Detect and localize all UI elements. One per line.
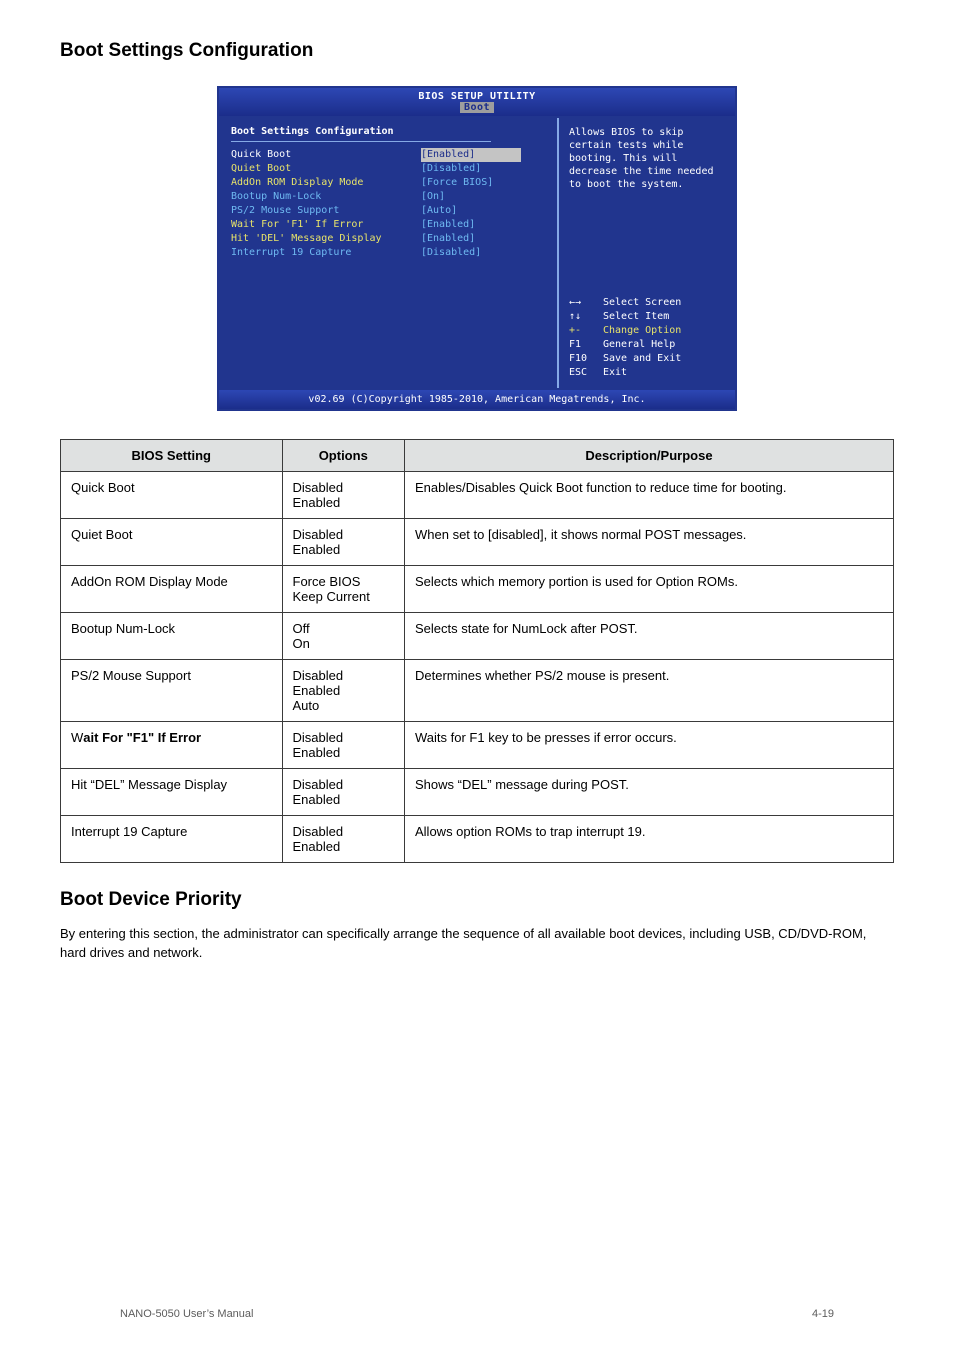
table-cell-options: DisabledEnabled xyxy=(282,519,405,566)
bios-keyhint-key: ↑↓ xyxy=(569,310,603,324)
bios-help-text: Allows BIOS to skip certain tests while … xyxy=(569,126,727,191)
bios-setting-row: PS/2 Mouse Support[Auto] xyxy=(231,204,545,218)
bios-section-divider xyxy=(231,141,491,142)
table-row: PS/2 Mouse SupportDisabledEnabledAutoDet… xyxy=(61,660,894,722)
bios-setting-row: Wait For 'F1' If Error[Enabled] xyxy=(231,218,545,232)
bios-setting-row: Quiet Boot[Disabled] xyxy=(231,162,545,176)
bios-setting-row: Interrupt 19 Capture[Disabled] xyxy=(231,246,545,260)
bios-keyhint-key: F1 xyxy=(569,338,603,352)
table-cell-setting: PS/2 Mouse Support xyxy=(61,660,283,722)
bios-keyhint-label: Select Screen xyxy=(603,296,681,310)
bios-setting-label: Quiet Boot xyxy=(231,162,421,176)
bios-keyhint: F10Save and Exit xyxy=(569,352,727,366)
bios-key-hints: ←→Select Screen↑↓Select Item+-Change Opt… xyxy=(569,272,727,380)
table-row: Bootup Num-LockOffOnSelects state for Nu… xyxy=(61,613,894,660)
page-title: Boot Settings Configuration xyxy=(60,40,894,62)
bios-setting-row: Bootup Num-Lock[On] xyxy=(231,190,545,204)
table-cell-description: Shows “DEL” message during POST. xyxy=(405,769,894,816)
bios-setting-value: [Disabled] xyxy=(421,162,521,176)
boot-priority-text: By entering this section, the administra… xyxy=(60,925,894,963)
bios-setting-value: [Enabled] xyxy=(421,148,521,162)
table-cell-options: DisabledEnabled xyxy=(282,472,405,519)
bios-tab-boot: Boot xyxy=(460,102,494,113)
table-cell-setting: Quick Boot xyxy=(61,472,283,519)
bios-setting-label: Quick Boot xyxy=(231,148,421,162)
table-cell-setting: Hit “DEL” Message Display xyxy=(61,769,283,816)
table-row: Wait For "F1" If ErrorDisabledEnabledWai… xyxy=(61,722,894,769)
table-row: Hit “DEL” Message DisplayDisabledEnabled… xyxy=(61,769,894,816)
bios-keyhint-key: ESC xyxy=(569,366,603,380)
bios-keyhint-label: General Help xyxy=(603,338,675,352)
bios-setting-value: [Force BIOS] xyxy=(421,176,521,190)
table-cell-description: When set to [disabled], it shows normal … xyxy=(405,519,894,566)
footer-right: 4-19 xyxy=(812,1308,834,1320)
table-header-row: BIOS Setting Options Description/Purpose xyxy=(61,440,894,472)
bios-screenshot: BIOS SETUP UTILITY Boot Boot Settings Co… xyxy=(217,86,737,411)
bios-setting-label: PS/2 Mouse Support xyxy=(231,204,421,218)
bios-left-panel: Boot Settings Configuration Quick Boot[E… xyxy=(219,118,559,388)
bios-setting-row: AddOn ROM Display Mode[Force BIOS] xyxy=(231,176,545,190)
table-cell-options: Force BIOSKeep Current xyxy=(282,566,405,613)
table-cell-options: OffOn xyxy=(282,613,405,660)
table-cell-description: Determines whether PS/2 mouse is present… xyxy=(405,660,894,722)
footer-left: NANO-5050 User’s Manual xyxy=(120,1308,253,1320)
bios-keyhint: ←→Select Screen xyxy=(569,296,727,310)
bios-keyhint-label: Save and Exit xyxy=(603,352,681,366)
bios-keyhint: F1General Help xyxy=(569,338,727,352)
bios-setting-value: [Enabled] xyxy=(421,232,521,246)
bios-keyhint-key: +- xyxy=(569,324,603,338)
table-cell-description: Waits for F1 key to be presses if error … xyxy=(405,722,894,769)
table-cell-options: DisabledEnabled xyxy=(282,769,405,816)
bios-keyhint-label: Select Item xyxy=(603,310,669,324)
table-cell-setting: Wait For "F1" If Error xyxy=(61,722,283,769)
bios-window-title: BIOS SETUP UTILITY Boot xyxy=(219,88,735,118)
bios-setting-row: Hit 'DEL' Message Display[Enabled] xyxy=(231,232,545,246)
table-header-description: Description/Purpose xyxy=(405,440,894,472)
table-row: AddOn ROM Display ModeForce BIOSKeep Cur… xyxy=(61,566,894,613)
bios-setting-label: Interrupt 19 Capture xyxy=(231,246,421,260)
bios-setting-label: AddOn ROM Display Mode xyxy=(231,176,421,190)
table-header-options: Options xyxy=(282,440,405,472)
bios-keyhint-label: Exit xyxy=(603,366,627,380)
bios-setting-label: Hit 'DEL' Message Display xyxy=(231,232,421,246)
bios-keyhint-label: Change Option xyxy=(603,324,681,338)
bios-setting-value: [Disabled] xyxy=(421,246,521,260)
table-row: Quick BootDisabledEnabledEnables/Disable… xyxy=(61,472,894,519)
bios-setting-value: [Enabled] xyxy=(421,218,521,232)
bios-setting-label: Wait For 'F1' If Error xyxy=(231,218,421,232)
bios-setting-value: [On] xyxy=(421,190,521,204)
bios-keyhint-key: ←→ xyxy=(569,296,603,310)
table-cell-options: DisabledEnabled xyxy=(282,722,405,769)
table-cell-options: DisabledEnabledAuto xyxy=(282,660,405,722)
bios-tab-row: Boot xyxy=(219,102,735,115)
table-cell-setting: AddOn ROM Display Mode xyxy=(61,566,283,613)
bios-right-panel: Allows BIOS to skip certain tests while … xyxy=(559,118,735,388)
boot-priority-heading: Boot Device Priority xyxy=(60,889,894,911)
page-footer: NANO-5050 User’s Manual 4-19 xyxy=(60,1308,894,1320)
table-row: Interrupt 19 CaptureDisabledEnabledAllow… xyxy=(61,816,894,863)
bios-footer: v02.69 (C)Copyright 1985-2010, American … xyxy=(219,388,735,409)
bios-setting-label: Bootup Num-Lock xyxy=(231,190,421,204)
table-row: Quiet BootDisabledEnabledWhen set to [di… xyxy=(61,519,894,566)
settings-table: BIOS Setting Options Description/Purpose… xyxy=(60,439,894,863)
bios-section-title: Boot Settings Configuration xyxy=(231,126,545,141)
bios-keyhint: ↑↓Select Item xyxy=(569,310,727,324)
bios-keyhint: ESCExit xyxy=(569,366,727,380)
bios-setting-value: [Auto] xyxy=(421,204,521,218)
table-cell-description: Allows option ROMs to trap interrupt 19. xyxy=(405,816,894,863)
table-cell-setting: Bootup Num-Lock xyxy=(61,613,283,660)
bios-setting-row: Quick Boot[Enabled] xyxy=(231,148,545,162)
table-cell-description: Selects which memory portion is used for… xyxy=(405,566,894,613)
table-cell-options: DisabledEnabled xyxy=(282,816,405,863)
table-cell-description: Selects state for NumLock after POST. xyxy=(405,613,894,660)
bios-keyhint: +-Change Option xyxy=(569,324,727,338)
table-cell-description: Enables/Disables Quick Boot function to … xyxy=(405,472,894,519)
table-header-setting: BIOS Setting xyxy=(61,440,283,472)
table-cell-setting: Interrupt 19 Capture xyxy=(61,816,283,863)
bios-title-text: BIOS SETUP UTILITY xyxy=(219,91,735,102)
table-cell-setting: Quiet Boot xyxy=(61,519,283,566)
bios-keyhint-key: F10 xyxy=(569,352,603,366)
